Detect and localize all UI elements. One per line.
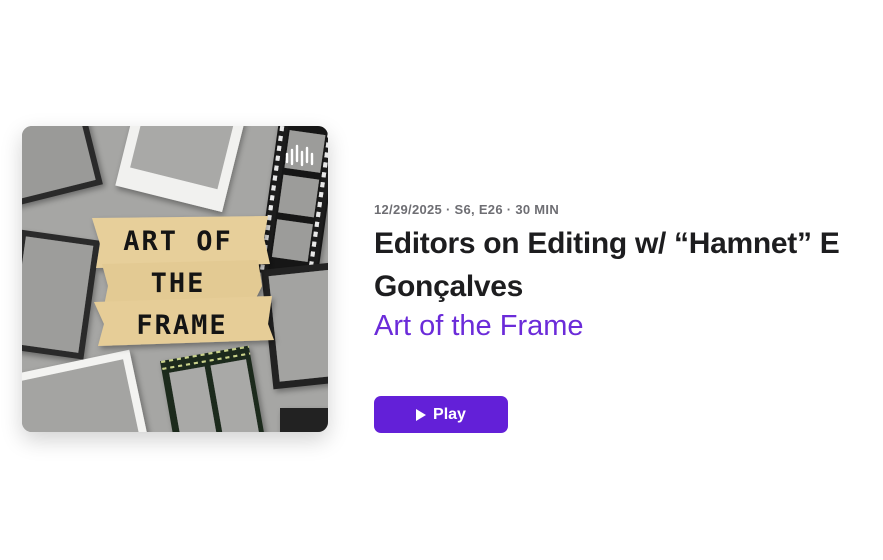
- show-name-link[interactable]: Art of the Frame: [374, 306, 584, 346]
- episode-page: ART OF THE FRAME 12/29/2025 · S6, E26 · …: [0, 0, 883, 560]
- episode-title-line-2: Gonçalves: [374, 270, 524, 303]
- episode-meta: 12/29/2025 · S6, E26 · 30 MIN: [374, 202, 560, 217]
- artwork-image: ART OF THE FRAME: [22, 126, 328, 432]
- artwork-title-line-1: ART OF: [123, 226, 233, 257]
- play-icon: [416, 408, 427, 421]
- artwork-title-line-3: FRAME: [136, 310, 227, 341]
- artwork-title-line-2: THE: [151, 268, 206, 299]
- play-button-label: Play: [433, 405, 466, 423]
- play-button[interactable]: Play: [374, 396, 508, 433]
- episode-title: Editors on Editing w/ “Hamnet” E Gonçalv…: [374, 222, 883, 308]
- episode-artwork[interactable]: ART OF THE FRAME: [22, 126, 328, 432]
- episode-title-line-1: Editors on Editing w/ “Hamnet” E: [374, 227, 840, 260]
